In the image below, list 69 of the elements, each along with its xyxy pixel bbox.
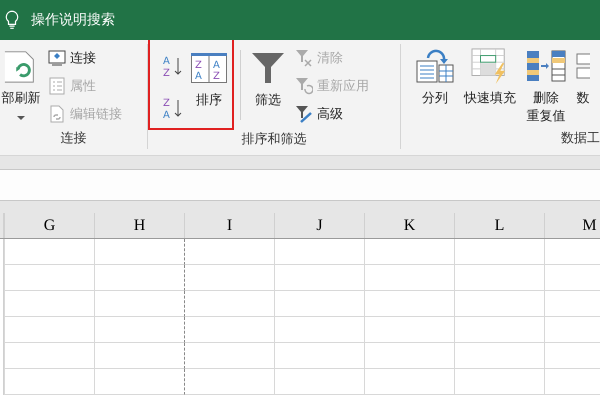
funnel-pencil-icon — [295, 105, 313, 123]
column-header[interactable]: G — [4, 213, 94, 238]
list-icon — [48, 77, 66, 95]
text-to-columns-button[interactable]: 分列 — [413, 44, 457, 108]
group-label: 连接 — [60, 130, 86, 148]
connections-icon — [48, 49, 66, 67]
sheet-cell[interactable] — [94, 265, 184, 291]
sheet-cell[interactable] — [94, 291, 184, 317]
group-label: 数据工 — [561, 130, 600, 148]
sheet-cell[interactable] — [184, 265, 274, 291]
sheet-cell[interactable] — [274, 239, 364, 265]
sheet-cell[interactable] — [4, 369, 94, 395]
sheet-cell[interactable] — [454, 291, 544, 317]
sheet-cell[interactable] — [454, 317, 544, 343]
sort-button[interactable]: Z A A Z 排序 — [188, 46, 230, 110]
lightbulb-icon — [5, 10, 19, 30]
sheet-cell[interactable] — [184, 369, 274, 395]
sheet-cell[interactable] — [364, 239, 454, 265]
group-label: 排序和筛选 — [242, 131, 306, 149]
sheet-cell[interactable] — [94, 369, 184, 395]
sheet-cell[interactable] — [4, 291, 94, 317]
column-header[interactable]: M — [544, 213, 600, 238]
sheet-cell[interactable] — [454, 265, 544, 291]
sheet-cell[interactable] — [364, 291, 454, 317]
sheet-cell[interactable] — [364, 317, 454, 343]
funnel-refresh-icon — [295, 77, 313, 95]
caret-icon — [17, 116, 25, 120]
sheet-cell[interactable] — [184, 291, 274, 317]
sheet-cell[interactable] — [184, 343, 274, 369]
sheet-cell[interactable] — [4, 265, 94, 291]
refresh-all-button[interactable]: 部刷新 — [0, 44, 44, 120]
sheet-cell[interactable] — [274, 291, 364, 317]
sheet-cell[interactable] — [274, 265, 364, 291]
sheet-cell[interactable] — [274, 343, 364, 369]
sheet-cell[interactable] — [4, 343, 94, 369]
sheet-cell[interactable] — [364, 369, 454, 395]
sheet-cell[interactable] — [454, 343, 544, 369]
sheet-cell[interactable] — [184, 239, 274, 265]
search-label[interactable]: 操作说明搜索 — [31, 11, 115, 29]
formula-bar[interactable] — [0, 169, 600, 201]
sheet-cell[interactable] — [364, 265, 454, 291]
sheet-cell[interactable] — [4, 239, 94, 265]
sheet-cell[interactable] — [184, 317, 274, 343]
sheet-cell[interactable] — [274, 317, 364, 343]
sheet-cell[interactable] — [454, 369, 544, 395]
columns-arrow-icon — [526, 48, 566, 84]
column-header[interactable]: K — [364, 213, 454, 238]
data-validation-button[interactable]: 数 — [573, 44, 593, 108]
sheet-cell[interactable] — [94, 343, 184, 369]
flash-fill-button[interactable]: 快速填充 — [461, 44, 519, 108]
funnel-x-icon — [295, 49, 313, 67]
split-columns-icon — [416, 48, 454, 84]
advanced-button[interactable]: 高级 — [295, 103, 369, 125]
sheet-cell[interactable] — [94, 239, 184, 265]
column-header[interactable]: H — [94, 213, 184, 238]
remove-duplicates-button[interactable]: 删除 重复值 — [523, 44, 569, 126]
column-header[interactable]: J — [274, 213, 364, 238]
sheet-cell[interactable] — [274, 369, 364, 395]
filter-button[interactable]: 筛选 — [249, 44, 287, 110]
funnel-icon — [252, 50, 284, 86]
sort-icon: Z A A Z — [191, 50, 227, 86]
sheet-cell[interactable] — [4, 317, 94, 343]
sheet-cell[interactable] — [454, 239, 544, 265]
link-icon — [48, 105, 66, 123]
column-header[interactable]: L — [454, 213, 544, 238]
column-header[interactable]: I — [184, 213, 274, 238]
connections-button[interactable]: 连接 — [48, 47, 122, 69]
sheet-cell[interactable] — [364, 343, 454, 369]
sheet-cell[interactable] — [94, 317, 184, 343]
